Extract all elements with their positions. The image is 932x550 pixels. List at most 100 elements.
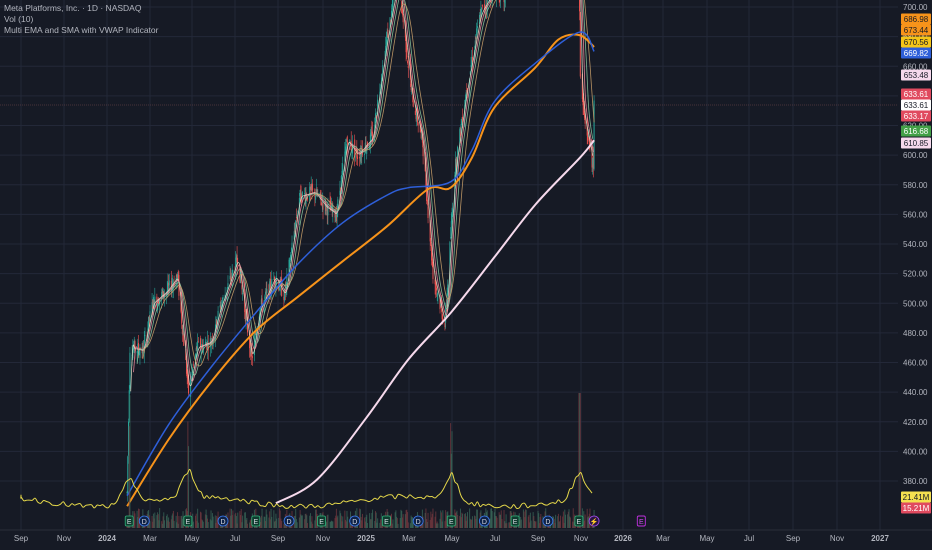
- price-tag-label: 670.56: [904, 38, 929, 47]
- price-tick-label: 380.00: [903, 477, 928, 486]
- volume-bar: [332, 521, 334, 528]
- volume-bar: [202, 521, 204, 528]
- chart-legend: Meta Platforms, Inc. · 1D · NASDAQ Vol (…: [4, 3, 158, 36]
- chart-canvas[interactable]: EDEDEDEDEDEDEDE⚡E 700.00680.00660.00640.…: [0, 0, 932, 550]
- time-tick-label: May: [444, 534, 459, 543]
- time-tick-label: Sep: [14, 534, 29, 543]
- time-axis[interactable]: Sep Nov 2024 Mar May Jul Sep Nov 2025 Mar May Jul Se…: [14, 534, 890, 543]
- volume-bar: [149, 521, 151, 528]
- volume-bar: [451, 431, 453, 528]
- event-marker-label: ⚡: [590, 517, 599, 526]
- volume-bar: [192, 521, 194, 528]
- candle-body: [391, 10, 393, 17]
- price-tick-label: 700.00: [903, 3, 928, 12]
- candle-body: [430, 242, 432, 244]
- volume-bar: [442, 510, 444, 528]
- ema-sma-indicator-label[interactable]: Multi EMA and SMA with VWAP Indicator: [4, 25, 158, 36]
- candle-body: [450, 237, 452, 239]
- candle-body: [127, 456, 129, 493]
- event-marker-label: D: [220, 519, 225, 526]
- volume-bar: [347, 516, 349, 528]
- time-tick-label: 2027: [871, 534, 889, 543]
- volume-bar: [427, 512, 429, 528]
- candle-body: [345, 144, 347, 150]
- time-tick-label: May: [699, 534, 714, 543]
- candle-body: [204, 341, 206, 344]
- volume-bar: [392, 519, 394, 528]
- candle-body: [407, 61, 409, 63]
- volume-bar: [212, 516, 214, 528]
- volume-bar: [271, 516, 273, 528]
- volume-bar: [173, 520, 175, 528]
- candle-body: [407, 65, 409, 68]
- candle-body: [322, 203, 324, 210]
- candle-body: [374, 113, 376, 123]
- price-tag-label: 673.44: [904, 26, 929, 35]
- event-marker-label: E: [319, 519, 324, 526]
- volume-bar: [471, 516, 473, 528]
- candle-body: [266, 288, 268, 294]
- ema-fast-4-line: [142, 0, 595, 367]
- time-tick-label: Mar: [143, 534, 157, 543]
- candle-body: [417, 122, 419, 126]
- volume-bar: [530, 520, 532, 528]
- volume-bar: [564, 514, 566, 528]
- candle-body: [452, 209, 454, 214]
- symbol-title[interactable]: Meta Platforms, Inc. · 1D · NASDAQ: [4, 3, 158, 14]
- price-tick-label: 520.00: [903, 270, 928, 279]
- price-tags: 686.98 673.44 670.56 669.82 653.48 633.61 633.…: [901, 13, 931, 514]
- candle-body: [392, 0, 394, 8]
- event-marker-label: D: [287, 519, 292, 526]
- candle-body: [251, 355, 253, 359]
- event-marker-label: D: [482, 519, 487, 526]
- candle-body: [232, 270, 234, 272]
- volume-bar: [281, 520, 283, 528]
- volume-bar: [496, 517, 498, 528]
- event-marker-label: D: [352, 519, 357, 526]
- price-tag-label: 653.48: [904, 71, 929, 80]
- candle-body: [387, 29, 389, 38]
- volume-bar: [242, 515, 244, 528]
- volume-indicator-label[interactable]: Vol (10): [4, 14, 158, 25]
- price-tag-label: 633.17: [904, 112, 929, 121]
- candle-body: [476, 28, 478, 36]
- volume-bar: [579, 393, 581, 528]
- price-tick-label: 480.00: [903, 329, 928, 338]
- event-marker-label: D: [416, 519, 421, 526]
- volume-bar: [296, 522, 298, 528]
- volume-bar: [129, 395, 131, 528]
- volume-bar: [437, 523, 439, 528]
- volume-bar: [266, 514, 268, 528]
- volume-bar: [342, 516, 344, 528]
- candle-body: [197, 341, 199, 351]
- candle-body: [504, 0, 506, 4]
- volume-bar: [154, 512, 156, 528]
- price-tag-label: 610.85: [904, 139, 929, 148]
- candle-body: [181, 325, 183, 335]
- volume-bar: [207, 522, 209, 528]
- time-tick-label: Nov: [574, 534, 588, 543]
- candle-body: [476, 26, 478, 29]
- event-marker-label: D: [142, 519, 147, 526]
- candle-body: [402, 16, 404, 23]
- time-tick-label: Mar: [402, 534, 416, 543]
- volume-bar: [462, 513, 464, 528]
- volume-bar: [178, 516, 180, 528]
- candle-body: [391, 7, 393, 10]
- candle-body: [241, 285, 243, 290]
- price-tick-label: 460.00: [903, 359, 928, 368]
- candle-body: [183, 334, 185, 346]
- event-marker-label: E: [384, 519, 389, 526]
- volume-bar: [457, 515, 459, 528]
- volume-bar: [237, 512, 239, 528]
- volume-bar: [584, 514, 586, 528]
- price-tick-label: 420.00: [903, 418, 928, 427]
- candle-body: [422, 146, 424, 157]
- time-tick-label: May: [184, 534, 199, 543]
- volume-bar: [506, 523, 508, 528]
- candle-body: [222, 297, 224, 300]
- ema-fast-2-line: [133, 0, 594, 382]
- candle-body: [579, 12, 581, 77]
- candle-body: [350, 140, 352, 151]
- candle-body: [168, 280, 170, 286]
